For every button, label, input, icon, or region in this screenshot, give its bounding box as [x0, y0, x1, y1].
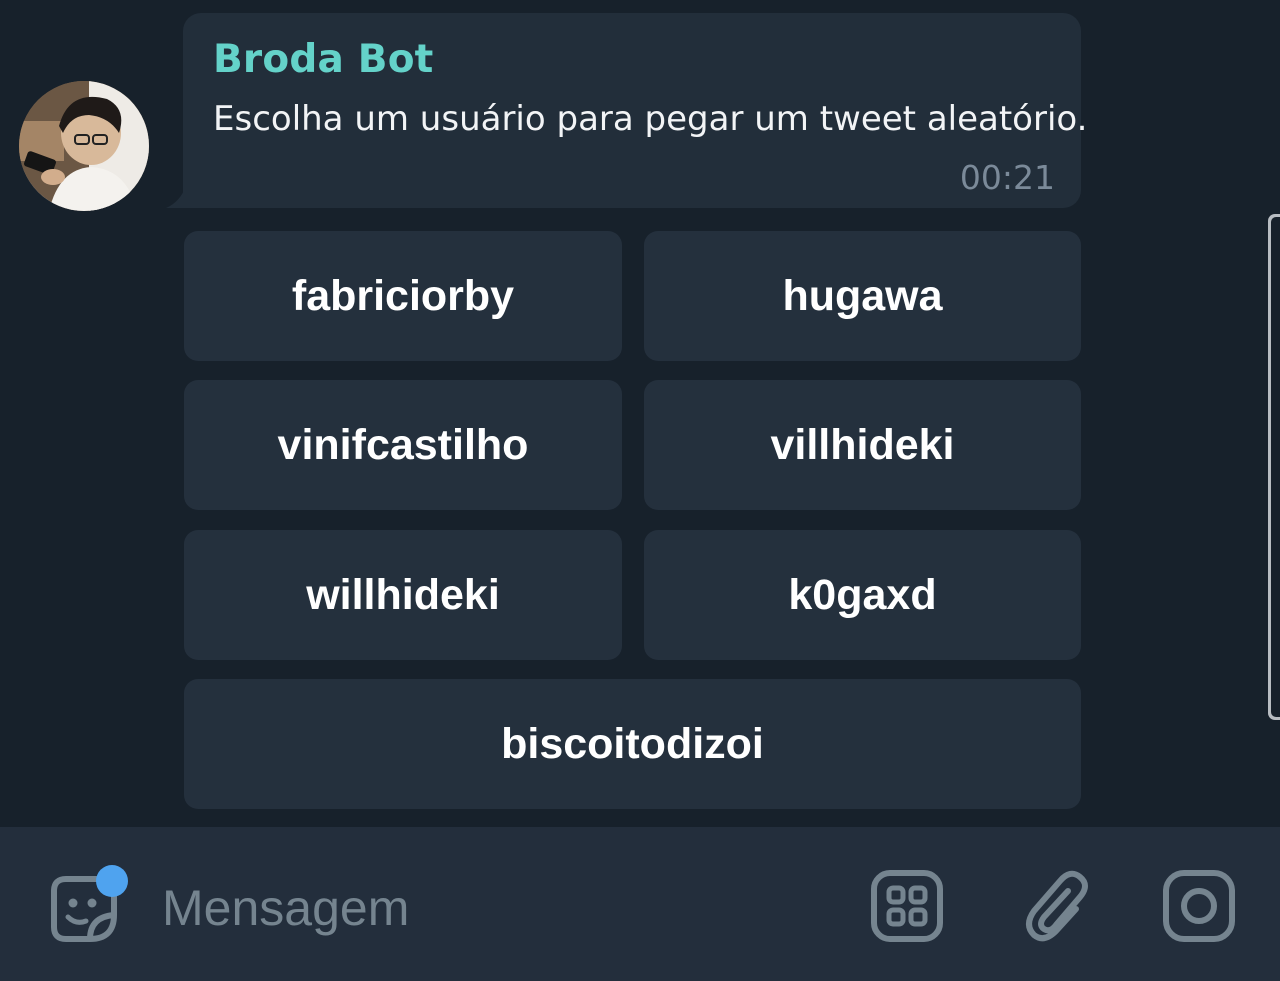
notification-dot [96, 865, 128, 897]
bot-avatar[interactable] [19, 81, 149, 211]
keyboard-button-fabriciorby[interactable]: fabriciorby [184, 231, 622, 361]
keyboard-button-k0gaxd[interactable]: k0gaxd [644, 530, 1081, 660]
message-input[interactable]: Mensagem [162, 879, 409, 937]
message-time: 00:21 [959, 158, 1055, 197]
attach-icon[interactable] [1016, 865, 1096, 945]
keyboard-button-villhideki[interactable]: villhideki [644, 380, 1081, 510]
message-text: Escolha um usuário para pegar um tweet a… [213, 99, 1088, 139]
keyboard-button-vinifcastilho[interactable]: vinifcastilho [184, 380, 622, 510]
keyboard-button-hugawa[interactable]: hugawa [644, 231, 1081, 361]
keyboard-button-willhideki[interactable]: willhideki [184, 530, 622, 660]
bot-commands-icon[interactable] [870, 869, 944, 943]
avatar-photo [19, 81, 149, 211]
message-bubble[interactable]: Broda Bot Escolha um usuário para pegar … [183, 13, 1087, 208]
sender-name[interactable]: Broda Bot [213, 37, 434, 82]
chat-screen: Broda Bot Escolha um usuário para pegar … [0, 0, 1280, 981]
message-composer: Mensagem [0, 827, 1280, 981]
scrollbar-track [1271, 217, 1280, 717]
keyboard-button-biscoitodizoi[interactable]: biscoitodizoi [184, 679, 1081, 809]
scrollbar[interactable] [1268, 214, 1280, 720]
camera-icon[interactable] [1162, 869, 1236, 943]
message-list[interactable]: Broda Bot Escolha um usuário para pegar … [0, 0, 1280, 827]
